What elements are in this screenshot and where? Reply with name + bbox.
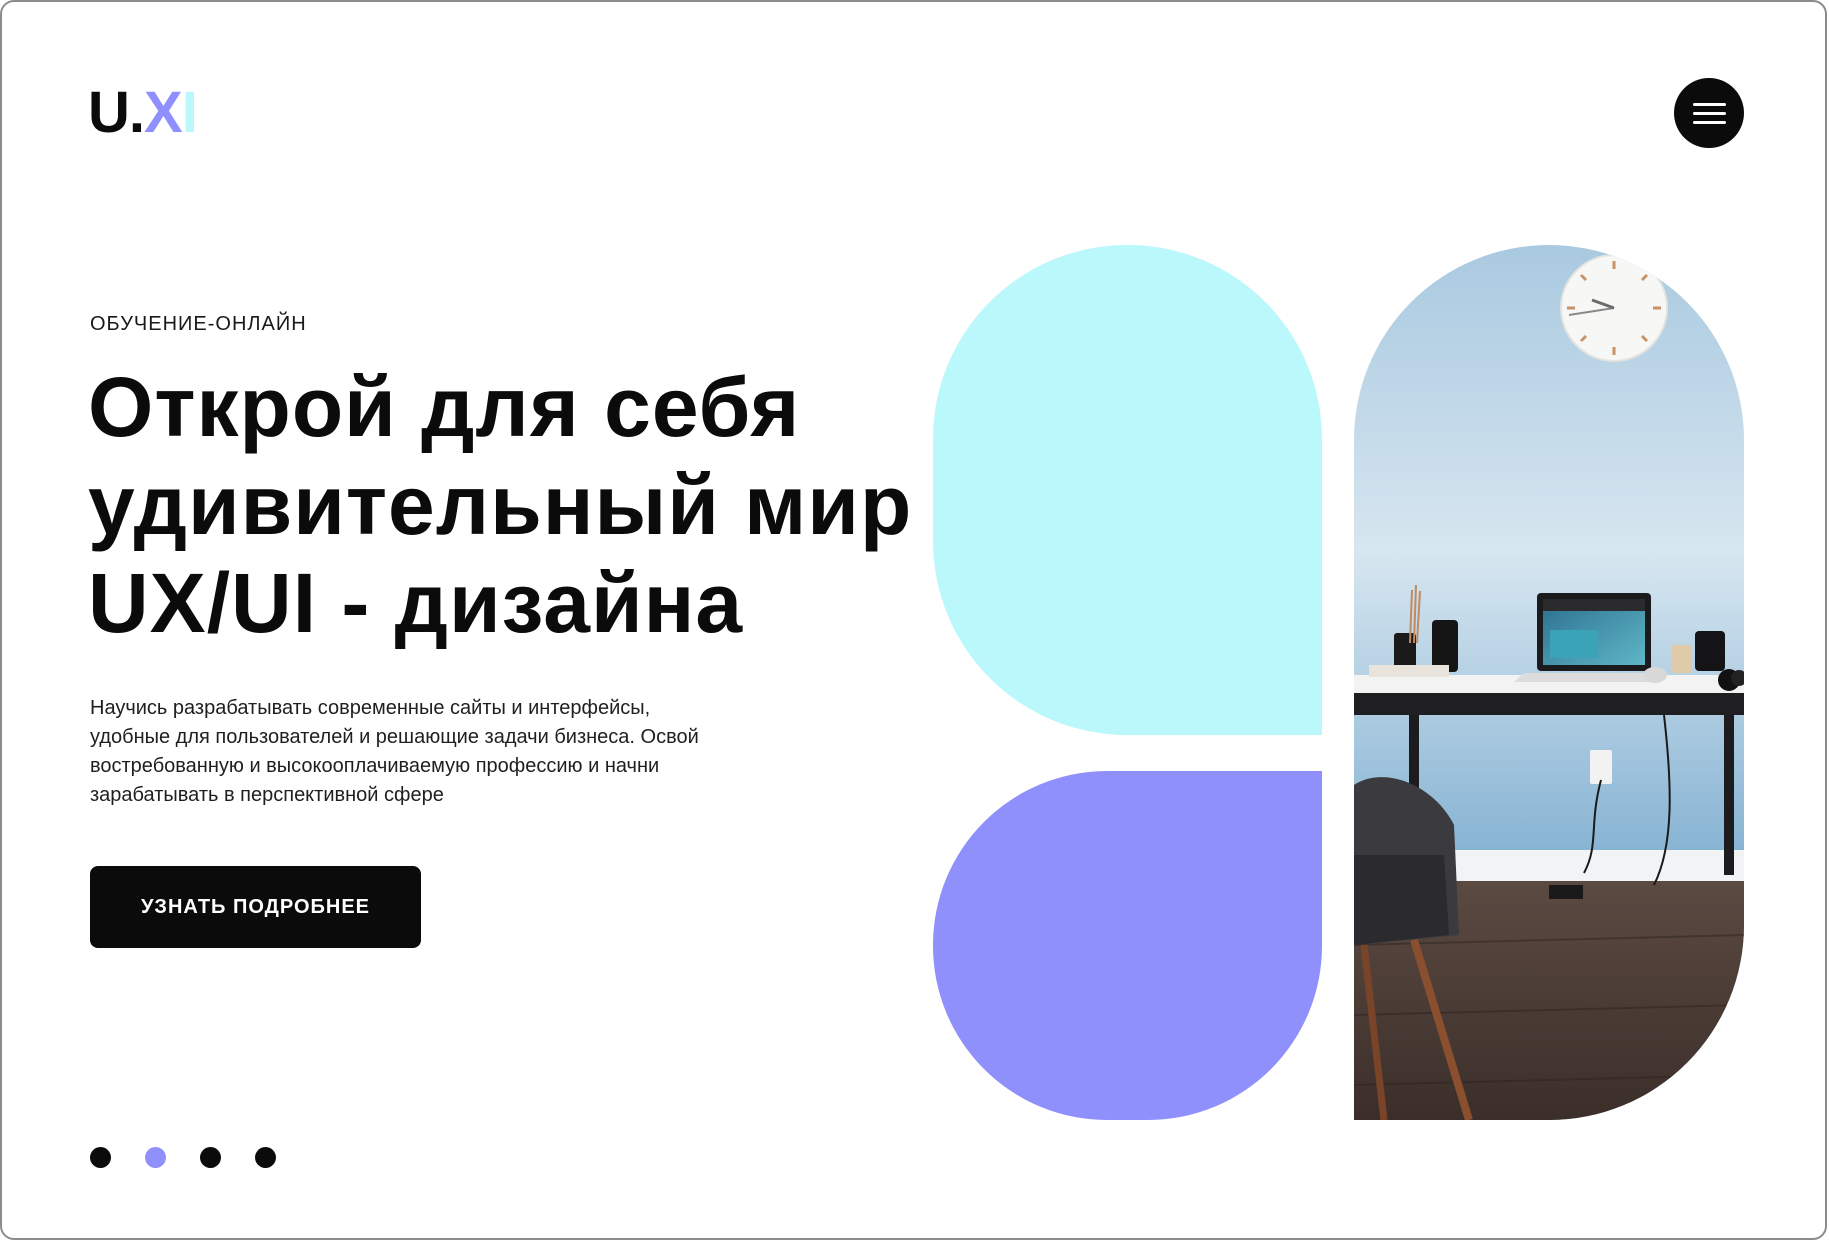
- headline-line: UX/UI - дизайна: [88, 556, 744, 650]
- description-line: удобные для пользователей и решающие зад…: [90, 726, 699, 748]
- hero-description: Научись разрабатывать современные сайты …: [90, 694, 790, 810]
- wall-clock-icon: [1560, 254, 1668, 362]
- description-line: востребованную и высокооплачиваемую проф…: [90, 755, 660, 777]
- headline-line: Открой для себя: [88, 360, 801, 454]
- pagination-dot[interactable]: [145, 1147, 166, 1168]
- learn-more-button[interactable]: УЗНАТЬ ПОДРОБНЕЕ: [90, 866, 421, 948]
- hamburger-icon-line: [1693, 112, 1726, 115]
- decorative-cyan-shape: [933, 245, 1322, 735]
- pagination-dot[interactable]: [90, 1147, 111, 1168]
- menu-button[interactable]: [1674, 78, 1744, 148]
- landing-page: U.XI ОБУЧЕНИЕ-ОНЛАЙН Открой для себя уди…: [0, 0, 1827, 1240]
- headline-line: удивительный мир: [88, 458, 913, 552]
- workspace-illustration: [1354, 245, 1744, 1120]
- description-line: зарабатывать в перспективной сфере: [90, 784, 444, 806]
- logo-part-x: X: [144, 80, 183, 145]
- description-line: Научись разрабатывать современные сайты …: [90, 697, 651, 719]
- pagination-dot[interactable]: [255, 1147, 276, 1168]
- logo-part-u: U.: [88, 80, 145, 145]
- hamburger-icon: [1693, 103, 1726, 106]
- decorative-violet-shape: [933, 771, 1322, 1120]
- page-headline: Открой для себя удивительный мир UX/UI -…: [88, 358, 948, 652]
- logo[interactable]: U.XI: [88, 84, 198, 142]
- workspace-photo: [1354, 245, 1744, 1120]
- logo-part-i: I: [181, 80, 198, 145]
- pagination-dot[interactable]: [200, 1147, 221, 1168]
- slider-pagination: [90, 1147, 276, 1168]
- eyebrow-label: ОБУЧЕНИЕ-ОНЛАЙН: [90, 313, 307, 335]
- hamburger-icon-line: [1693, 121, 1726, 124]
